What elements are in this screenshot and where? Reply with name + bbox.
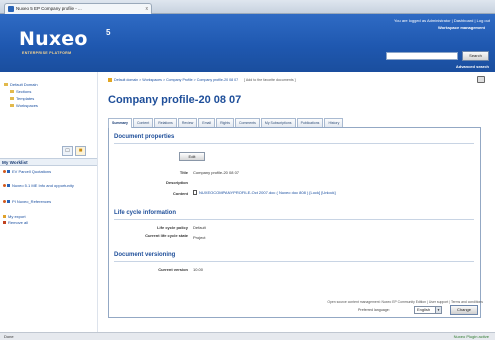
folder-icon (10, 104, 14, 108)
status-text: Done (4, 334, 14, 339)
logo-tagline: ENTERPRISE PLATFORM (22, 51, 72, 55)
current-version-label: Current version (158, 267, 188, 272)
tree-item-workspaces[interactable]: Workspaces (10, 103, 38, 108)
breadcrumb[interactable]: Default domain > Workspaces > Company Pr… (108, 78, 296, 83)
lifecycle-state-value: Project (193, 235, 206, 240)
main-content: Default domain > Workspaces > Company Pr… (98, 72, 495, 332)
title-value: Company profile-20 08 07 (193, 170, 240, 175)
search-input[interactable] (386, 52, 458, 60)
workspace-management-link[interactable]: Workspace management (438, 25, 485, 30)
trash-icon (3, 221, 6, 225)
content-label: Content (172, 191, 188, 196)
chevron-down-icon: ▼ (435, 307, 441, 313)
export-link[interactable]: My export (3, 214, 93, 219)
summary-panel: Document properties Edit Title Company p… (108, 128, 481, 318)
tab-subscriptions[interactable]: My Subscriptions (260, 118, 296, 127)
folder-icon (4, 83, 8, 87)
worklist-item[interactable]: Nuxeo 5.1 ME Info and opportunity (3, 183, 93, 188)
status-bar: Done Nuxeo Plugin active (0, 332, 495, 340)
print-icon[interactable] (477, 76, 485, 83)
remove-icon[interactable] (3, 184, 6, 188)
tab-rights[interactable]: Rights (216, 118, 234, 127)
folder-icon (10, 90, 14, 94)
content-file-link[interactable]: NUXEOCOMPANYPROFILE-Oct 2007.doc ( Nuxeo… (193, 190, 336, 196)
breadcrumb-path[interactable]: Default domain > Workspaces > Company Pr… (114, 78, 238, 82)
section-divider (114, 143, 474, 144)
search-button[interactable]: Search (462, 51, 489, 61)
document-icon (7, 200, 10, 204)
change-language-button[interactable]: Change (450, 305, 478, 315)
plugin-status: Nuxeo Plugin active (453, 334, 489, 339)
lifecycle-title: Life cycle information (114, 210, 177, 216)
folder-icon: ■ (78, 148, 83, 154)
lifecycle-policy-value: Default (193, 225, 206, 230)
footer-credits[interactable]: Open source content management: Nuxeo EP… (327, 300, 483, 304)
versioning-title: Document versioning (114, 252, 176, 258)
worklist-item[interactable]: EV Parcell Quotations (3, 169, 93, 174)
language-label: Preferred language: (358, 308, 390, 312)
remove-icon[interactable] (3, 170, 6, 174)
browser-tab-bar: Nuxeo 5 EP Company profile - ... x (0, 0, 495, 14)
current-version-value: 10.00 (193, 267, 204, 272)
app-window: Nuxeo 5 ENTERPRISE PLATFORM You are logg… (0, 14, 495, 340)
remove-icon[interactable] (3, 200, 6, 204)
lifecycle-state-label: Current life cycle state (145, 233, 188, 238)
worklist-title: My Worklist (0, 158, 97, 166)
tab-content[interactable]: Content (132, 118, 154, 127)
tab-history[interactable]: History (324, 118, 344, 127)
lifecycle-policy-label: Life cycle policy (157, 225, 188, 230)
tab-comments[interactable]: Comments (234, 118, 260, 127)
document-icon (7, 170, 10, 174)
tree-item-default-domain[interactable]: Default Domain (4, 82, 38, 87)
worklist-tab[interactable]: ■ (75, 146, 86, 156)
document-tabs: Summary Content Relations Review Email R… (108, 118, 481, 128)
document-icon (7, 184, 10, 188)
tab-review[interactable]: Review (177, 118, 198, 127)
folder-icon (10, 97, 14, 101)
page-title: Company profile-20 08 07 (108, 94, 242, 106)
sidebar: Default Domain Sections Templates Worksp… (0, 72, 98, 332)
browser-tab[interactable]: Nuxeo 5 EP Company profile - ... x (4, 3, 152, 14)
tab-email[interactable]: Email (198, 118, 216, 127)
browser-tab-title: Nuxeo 5 EP Company profile - ... (16, 6, 82, 11)
description-label: Description (165, 180, 188, 185)
worklist-item[interactable]: PI Nuxeo_References (3, 199, 93, 204)
export-icon (3, 215, 6, 219)
close-tab-icon[interactable]: x (146, 4, 149, 14)
remove-all-link[interactable]: Remove all (3, 220, 93, 225)
favicon-icon (8, 6, 14, 12)
advanced-search-link[interactable]: Advanced search (456, 64, 489, 69)
user-links[interactable]: You are logged as Administrator | Dashbo… (394, 18, 490, 23)
tree-item-templates[interactable]: Templates (10, 96, 34, 101)
clipboard-tab[interactable]: □ (62, 146, 73, 156)
clipboard-icon: □ (65, 148, 70, 154)
section-divider (114, 219, 474, 220)
add-favorite-link[interactable]: [ Add to the favorite documents ] (244, 78, 296, 82)
tab-summary[interactable]: Summary (108, 118, 132, 128)
logo-version: 5 (106, 28, 111, 37)
home-icon (108, 78, 112, 83)
tree-item-sections[interactable]: Sections (10, 89, 31, 94)
nuxeo-logo[interactable]: Nuxeo 5 ENTERPRISE PLATFORM (19, 28, 111, 56)
tab-relations[interactable]: Relations (154, 118, 177, 127)
language-select[interactable]: English ▼ (414, 306, 442, 314)
section-divider (114, 261, 474, 262)
logo-name: Nuxeo (19, 28, 88, 50)
document-properties-title: Document properties (114, 134, 175, 140)
edit-button[interactable]: Edit (179, 152, 205, 161)
word-document-icon (193, 190, 197, 196)
app-header: Nuxeo 5 ENTERPRISE PLATFORM You are logg… (0, 14, 495, 72)
title-label: Title (179, 170, 188, 175)
tab-publications[interactable]: Publications (296, 118, 324, 127)
